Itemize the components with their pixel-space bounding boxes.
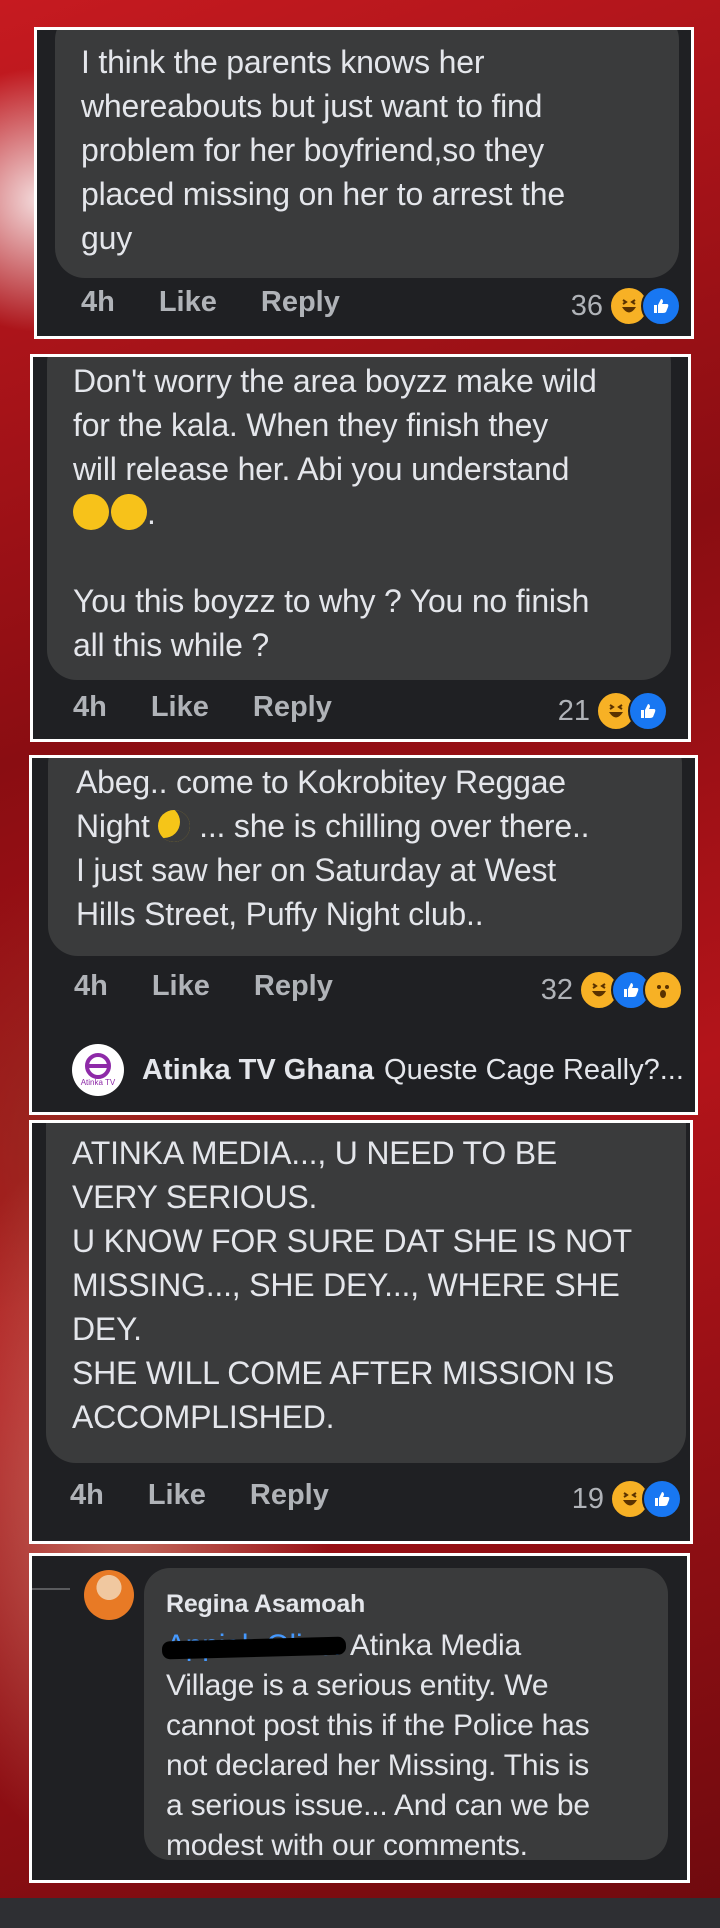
- reply-text: Queste Cage Really?...: [384, 1053, 684, 1086]
- comment-line: I just saw her on Saturday at West: [76, 852, 556, 888]
- reply-button[interactable]: Reply: [250, 1479, 329, 1512]
- comment-line: ATINKA MEDIA..., U NEED TO BE: [72, 1135, 557, 1171]
- crescent-moon-emoji-icon: [158, 810, 191, 842]
- comment-actions: 4h Like Reply: [81, 286, 384, 319]
- comment-line: not declared her Missing. This is: [166, 1749, 590, 1782]
- comment-line: You this boyzz to why ? You no finish: [73, 583, 590, 619]
- comment-line: ACCOMPLISHED.: [72, 1399, 335, 1435]
- like-button[interactable]: Like: [148, 1479, 206, 1512]
- comment-bubble: Don't worry the area boyzz make wild for…: [47, 357, 671, 680]
- comment-line: problem for her boyfriend,so they: [81, 132, 544, 168]
- timestamp: 4h: [74, 970, 108, 1002]
- like-icon: [641, 286, 681, 326]
- reaction-count[interactable]: 21: [558, 691, 668, 731]
- comment-screenshot-3: Abeg.. come to Kokrobitey Reggae Night .…: [29, 755, 698, 1115]
- comment-line: VERY SERIOUS.: [72, 1179, 318, 1215]
- timestamp: 4h: [81, 286, 115, 318]
- atinka-logo-icon: [85, 1053, 111, 1079]
- bottom-bar: [0, 1898, 720, 1928]
- reaction-number: 21: [557, 694, 590, 727]
- comment-actions: 4h Like Reply: [73, 691, 376, 724]
- comment-line: placed missing on her to arrest the: [81, 176, 565, 212]
- timestamp: 4h: [73, 691, 107, 723]
- comment-line: will release her. Abi you understand: [73, 451, 570, 487]
- reply-button[interactable]: Reply: [261, 286, 340, 319]
- comment-bubble: I think the parents knows her whereabout…: [55, 30, 679, 278]
- atinka-avatar: Atinka TV: [72, 1044, 124, 1096]
- atinka-logo-text: Atinka TV: [80, 1078, 116, 1087]
- reaction-number: 32: [540, 973, 573, 1006]
- like-button[interactable]: Like: [152, 970, 210, 1003]
- comment-line: MISSING..., SHE DEY..., WHERE SHE: [72, 1267, 620, 1303]
- like-button[interactable]: Like: [159, 286, 217, 319]
- comment-line: whereabouts but just want to find: [81, 88, 543, 124]
- mention-link[interactable]: Appiah Oliver: [161, 1629, 346, 1662]
- comment-screenshot-1: I think the parents knows her whereabout…: [34, 27, 694, 339]
- like-icon: [628, 691, 668, 731]
- reply-button[interactable]: Reply: [253, 691, 332, 724]
- reply-button[interactable]: Reply: [254, 970, 333, 1003]
- like-button[interactable]: Like: [151, 691, 209, 724]
- comment-actions: 4h Like Reply: [70, 1479, 373, 1512]
- comment-screenshot-5: Regina Asamoah Appiah Oliver Atinka Medi…: [29, 1553, 690, 1883]
- comment-screenshot-4: ATINKA MEDIA..., U NEED TO BE VERY SERIO…: [29, 1120, 693, 1544]
- comment-line-mention: Appiah Oliver Atinka Media: [161, 1626, 646, 1666]
- comment-bubble: Regina Asamoah Appiah Oliver Atinka Medi…: [144, 1568, 668, 1862]
- comment-line: Hills Street, Puffy Night club..: [76, 896, 484, 932]
- comment-screenshot-2: Don't worry the area boyzz make wild for…: [30, 354, 691, 742]
- comment-line: guy: [81, 220, 132, 256]
- comment-line: modest with our comments.: [166, 1829, 528, 1862]
- comment-bubble: ATINKA MEDIA..., U NEED TO BE VERY SERIO…: [46, 1123, 686, 1463]
- reaction-number: 36: [570, 289, 603, 322]
- comment-line: I think the parents knows her: [81, 44, 485, 80]
- comment-line: SHE WILL COME AFTER MISSION IS: [72, 1355, 615, 1391]
- comment-line-emoji: .: [73, 488, 645, 536]
- comment-line-moon: Night ... she is chilling over there..: [76, 808, 590, 844]
- reply-preview[interactable]: Atinka TV Atinka TV Ghana Queste Cage Re…: [72, 1044, 684, 1096]
- avatar[interactable]: [84, 1570, 134, 1620]
- comment-actions: 4h Like Reply: [74, 970, 377, 1003]
- wow-icon: [643, 970, 683, 1010]
- grinning-emoji-icon: [73, 494, 109, 530]
- comment-line: Don't worry the area boyzz make wild: [73, 363, 597, 399]
- reply-thread-line: [32, 1588, 70, 1590]
- timestamp: 4h: [70, 1479, 104, 1511]
- regina-avatar-wrap[interactable]: [84, 1570, 134, 1620]
- reaction-count[interactable]: 32: [541, 970, 683, 1010]
- reply-author[interactable]: Atinka TV Ghana: [142, 1054, 374, 1087]
- comment-line: for the kala. When they finish they: [73, 407, 549, 443]
- comment-line: DEY.: [72, 1311, 142, 1347]
- comment-line: [73, 535, 645, 579]
- reaction-count[interactable]: 19: [572, 1479, 682, 1519]
- rofl-emoji-icon: [105, 488, 153, 536]
- comment-line: Village is a serious entity. We: [166, 1669, 549, 1702]
- comment-bubble: Abeg.. come to Kokrobitey Reggae Night .…: [48, 758, 682, 956]
- reaction-count[interactable]: 36: [571, 286, 681, 326]
- comment-author[interactable]: Regina Asamoah: [166, 1586, 646, 1622]
- comment-line: U KNOW FOR SURE DAT SHE IS NOT: [72, 1223, 632, 1259]
- comment-line: a serious issue... And can we be: [166, 1789, 590, 1822]
- like-icon: [642, 1479, 682, 1519]
- comment-line: all this while ?: [73, 627, 270, 663]
- comment-line: cannot post this if the Police has: [166, 1709, 590, 1742]
- reaction-number: 19: [571, 1482, 604, 1515]
- comment-line: Abeg.. come to Kokrobitey Reggae: [76, 764, 566, 800]
